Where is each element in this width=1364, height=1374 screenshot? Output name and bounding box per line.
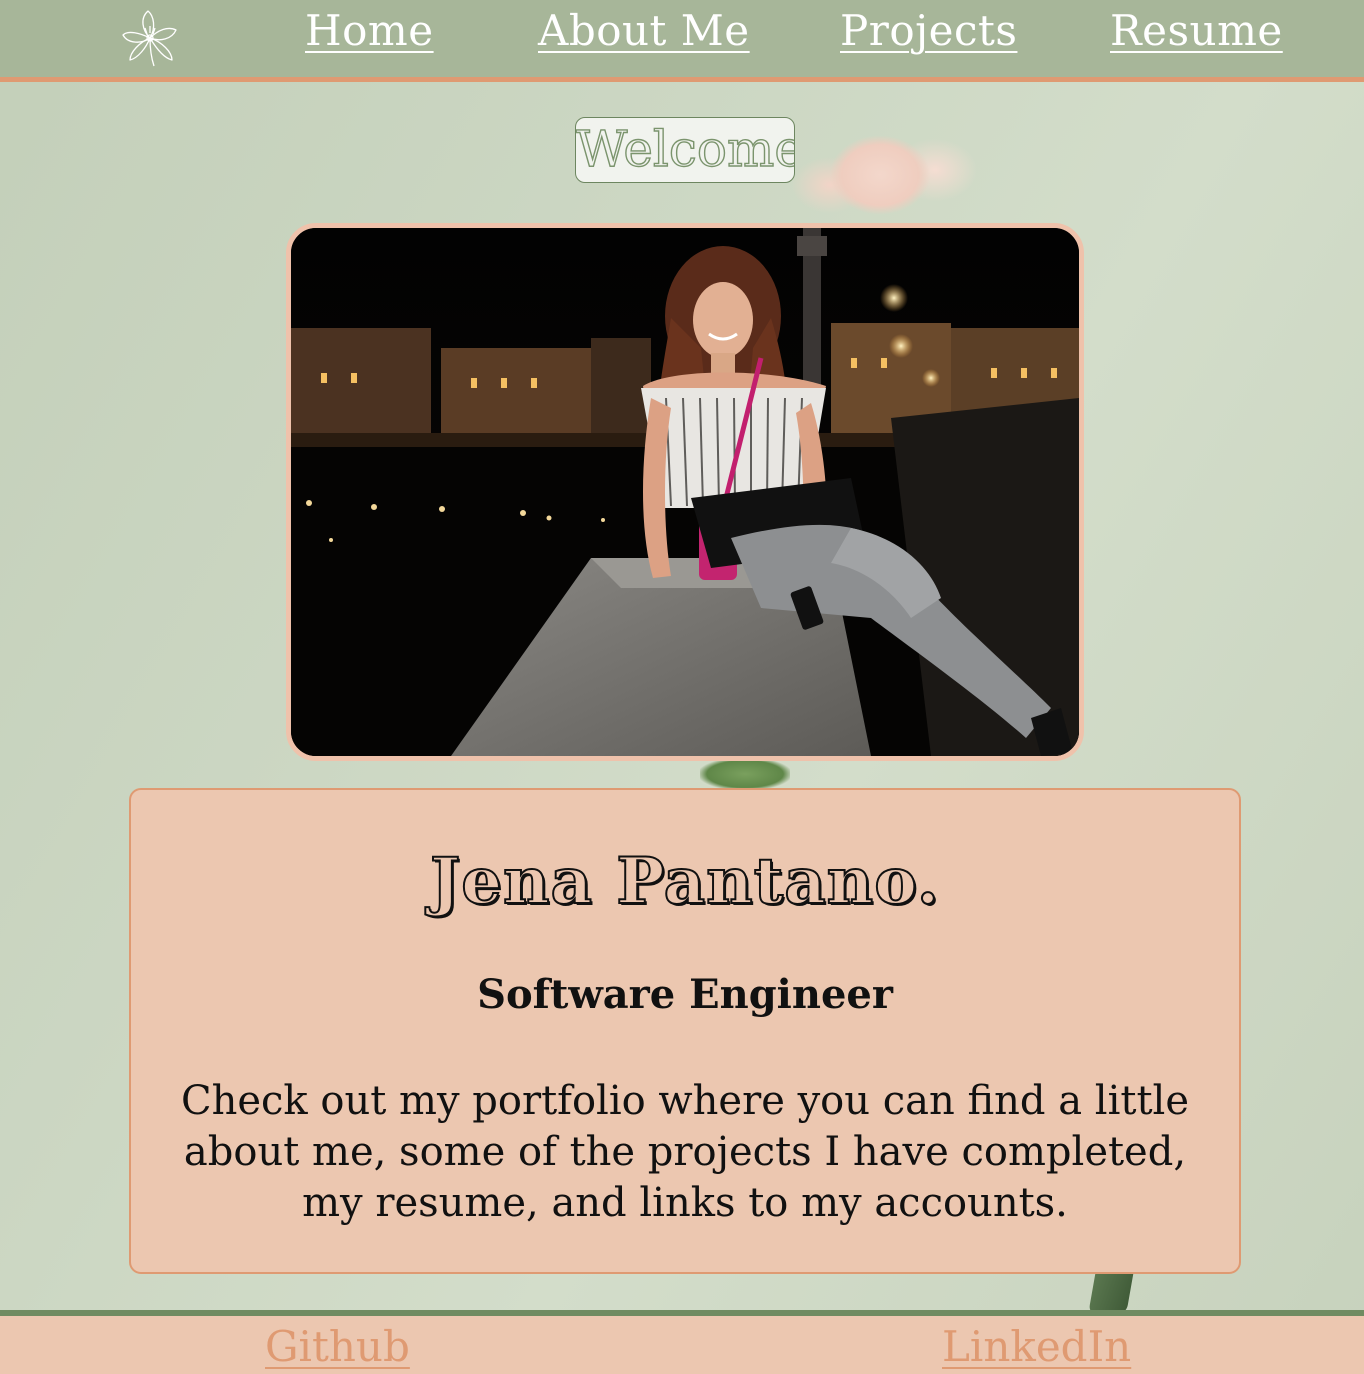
background-stem [1088, 1270, 1134, 1315]
nav-resume-link[interactable]: Resume [1110, 6, 1283, 55]
footer: Github LinkedIn [0, 1310, 1364, 1374]
nav-projects-link[interactable]: Projects [840, 6, 1017, 55]
navbar: Home About Me Projects Resume [0, 0, 1364, 82]
flower-icon[interactable] [118, 8, 182, 68]
intro-card: Jena Pantano. Software Engineer Check ou… [129, 788, 1241, 1274]
profile-photo [286, 223, 1084, 761]
linkedin-link[interactable]: LinkedIn [942, 1322, 1131, 1371]
nav-about-me-link[interactable]: About Me [538, 6, 750, 55]
intro-blurb: Check out my portfolio where you can fin… [180, 1078, 1189, 1226]
background-leaf [700, 758, 790, 790]
name-heading: Jena Pantano. [429, 843, 941, 920]
role-subtitle: Software Engineer [477, 971, 893, 1018]
welcome-banner: Welcome [575, 117, 795, 183]
nav-home-link[interactable]: Home [305, 6, 434, 55]
github-link[interactable]: Github [265, 1322, 410, 1371]
